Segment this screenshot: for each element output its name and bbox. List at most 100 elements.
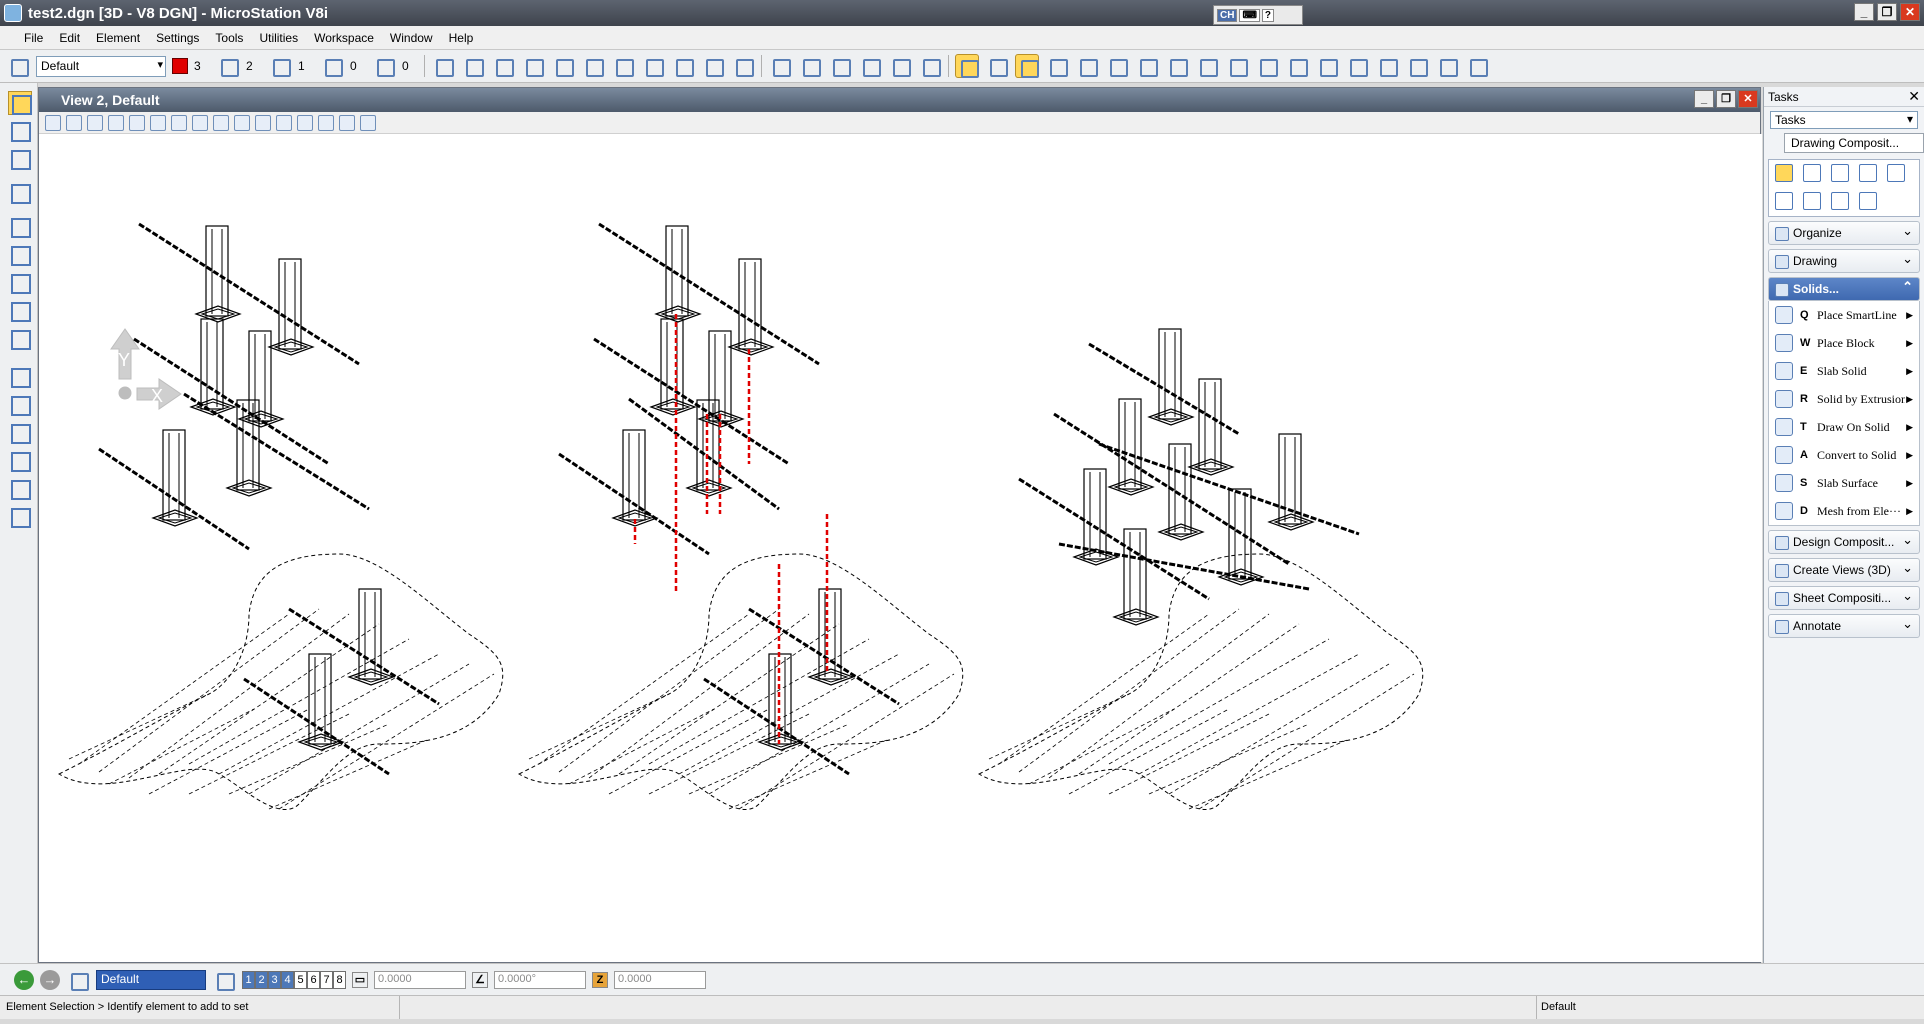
view-minimize-button[interactable]: _ bbox=[1694, 90, 1714, 108]
status-level[interactable]: Default bbox=[1536, 996, 1576, 1019]
walk-icon[interactable] bbox=[234, 114, 250, 131]
scale-task-icon[interactable] bbox=[1803, 192, 1821, 210]
fence-tool[interactable] bbox=[8, 147, 32, 171]
measure-task-icon[interactable] bbox=[1859, 192, 1877, 210]
menu-element[interactable]: Element bbox=[88, 31, 148, 45]
view-4-button[interactable]: 4 bbox=[281, 970, 294, 989]
view-task-icon[interactable] bbox=[1859, 164, 1877, 182]
pan-view-icon[interactable] bbox=[213, 114, 229, 131]
update-view-icon[interactable] bbox=[87, 114, 103, 131]
design-canvas[interactable]: Y X bbox=[39, 134, 1762, 962]
snap-point-on-icon[interactable] bbox=[1375, 54, 1399, 78]
modify-tool[interactable] bbox=[8, 243, 32, 267]
view-1-button[interactable]: 1 bbox=[242, 970, 255, 989]
close-button[interactable]: ✕ bbox=[1900, 3, 1920, 21]
line-style-value[interactable]: 2 bbox=[246, 59, 262, 73]
levels-icon[interactable] bbox=[551, 54, 575, 78]
back-icon[interactable]: ← bbox=[14, 969, 34, 990]
tool-slab-solid[interactable]: E Slab Solid ▶ bbox=[1769, 357, 1919, 385]
level-manager-icon[interactable] bbox=[581, 54, 605, 78]
snap-bounded-icon[interactable] bbox=[1435, 54, 1459, 78]
points-task-icon[interactable] bbox=[1775, 192, 1793, 210]
measure-tool[interactable] bbox=[8, 327, 32, 351]
view-next-icon[interactable] bbox=[276, 114, 292, 131]
view-6-button[interactable]: 6 bbox=[307, 970, 320, 989]
display-style-icon[interactable] bbox=[66, 114, 82, 131]
snap-perpendicular-icon[interactable] bbox=[1255, 54, 1279, 78]
flyout-arrow-icon[interactable]: ▶ bbox=[1906, 506, 1913, 517]
view-5-button[interactable]: 5 bbox=[294, 970, 307, 989]
transform-icon[interactable] bbox=[641, 54, 665, 78]
help-icon[interactable]: ? bbox=[1261, 8, 1274, 22]
paint-task-icon[interactable] bbox=[1887, 164, 1905, 182]
snap-through-point-icon[interactable] bbox=[1345, 54, 1369, 78]
menu-workspace[interactable]: Workspace bbox=[306, 31, 382, 45]
element-selection-icon[interactable] bbox=[431, 54, 455, 78]
z-lock-icon[interactable]: Z bbox=[592, 971, 608, 988]
view-8-button[interactable]: 8 bbox=[333, 970, 346, 989]
place-arc-icon[interactable] bbox=[858, 54, 882, 78]
transparency-value[interactable]: 0 bbox=[350, 59, 366, 73]
tool-mesh-from-elements[interactable]: D Mesh from Ele··· ▶ bbox=[1769, 497, 1919, 525]
distance-tool[interactable] bbox=[8, 421, 32, 445]
references-icon[interactable] bbox=[461, 54, 485, 78]
render-view-icon[interactable] bbox=[360, 114, 376, 131]
priority-icon[interactable] bbox=[372, 54, 396, 78]
zoom-in-icon[interactable] bbox=[108, 114, 124, 131]
flyout-arrow-icon[interactable]: ▶ bbox=[1906, 450, 1913, 461]
camera-icon[interactable] bbox=[339, 114, 355, 131]
place-block-icon[interactable] bbox=[828, 54, 852, 78]
angle-field[interactable]: 0.0000° bbox=[494, 970, 586, 989]
snap-tangent-point-icon[interactable] bbox=[1225, 54, 1249, 78]
clip-volume-icon[interactable] bbox=[318, 114, 334, 131]
forward-icon[interactable]: → bbox=[40, 969, 60, 990]
group-task-icon[interactable] bbox=[1831, 164, 1849, 182]
view-tool[interactable] bbox=[8, 181, 32, 205]
transparency-icon[interactable] bbox=[320, 54, 344, 78]
distance-field[interactable]: 0.0000 bbox=[374, 970, 466, 989]
scale-tool[interactable] bbox=[8, 271, 32, 295]
snap-icon[interactable] bbox=[611, 54, 635, 78]
tool-place-block[interactable]: W Place Block ▶ bbox=[1769, 329, 1919, 357]
menu-settings[interactable]: Settings bbox=[148, 31, 207, 45]
menu-edit[interactable]: Edit bbox=[51, 31, 88, 45]
menu-tools[interactable]: Tools bbox=[207, 31, 251, 45]
place-circle-icon[interactable] bbox=[888, 54, 912, 78]
language-indicator[interactable]: CH bbox=[1217, 8, 1238, 22]
snap-midpoint-icon[interactable] bbox=[1045, 54, 1069, 78]
raster-manager-icon[interactable] bbox=[491, 54, 515, 78]
section-annotate[interactable]: Annotate bbox=[1768, 614, 1920, 638]
snap-multi-icon[interactable] bbox=[1405, 54, 1429, 78]
flyout-arrow-icon[interactable]: ▶ bbox=[1906, 478, 1913, 489]
select-tool-icon[interactable] bbox=[1775, 164, 1793, 182]
restore-button[interactable]: ❐ bbox=[1877, 3, 1897, 21]
snap-intersection-icon[interactable] bbox=[1165, 54, 1189, 78]
fit-view-icon[interactable] bbox=[171, 114, 187, 131]
menu-file[interactable]: File bbox=[16, 31, 51, 45]
tasks-close-icon[interactable]: ✕ bbox=[1908, 88, 1920, 105]
menu-window[interactable]: Window bbox=[382, 31, 441, 45]
selection-tool[interactable] bbox=[8, 119, 32, 143]
element-selection-tool[interactable] bbox=[8, 91, 32, 115]
color-value[interactable]: 3 bbox=[194, 59, 210, 73]
place-shape-icon[interactable] bbox=[918, 54, 942, 78]
section-sheet-composition[interactable]: Sheet Compositi... bbox=[1768, 586, 1920, 610]
z-field[interactable]: 0.0000 bbox=[614, 970, 706, 989]
line-weight-icon[interactable] bbox=[268, 54, 292, 78]
level-combo[interactable]: Default bbox=[36, 55, 166, 77]
view-close-button[interactable]: ✕ bbox=[1738, 90, 1758, 108]
menu-help[interactable]: Help bbox=[441, 31, 482, 45]
select-element-icon[interactable] bbox=[768, 54, 792, 78]
flyout-arrow-icon[interactable]: ▶ bbox=[1906, 394, 1913, 405]
rotate-view-icon[interactable] bbox=[192, 114, 208, 131]
minimize-button[interactable]: _ bbox=[1854, 3, 1874, 21]
view-3-button[interactable]: 3 bbox=[268, 970, 281, 989]
flyout-arrow-icon[interactable]: ▶ bbox=[1906, 310, 1913, 321]
bottom-level-combo[interactable]: Default bbox=[96, 969, 206, 990]
menu-utilities[interactable]: Utilities bbox=[251, 31, 306, 45]
snap-origin-icon[interactable] bbox=[1105, 54, 1129, 78]
view-previous-icon[interactable] bbox=[255, 114, 271, 131]
line-weight-value[interactable]: 1 bbox=[298, 59, 314, 73]
tool-place-smartline[interactable]: Q Place SmartLine ▶ bbox=[1769, 301, 1919, 329]
accudraw-icon[interactable] bbox=[701, 54, 725, 78]
